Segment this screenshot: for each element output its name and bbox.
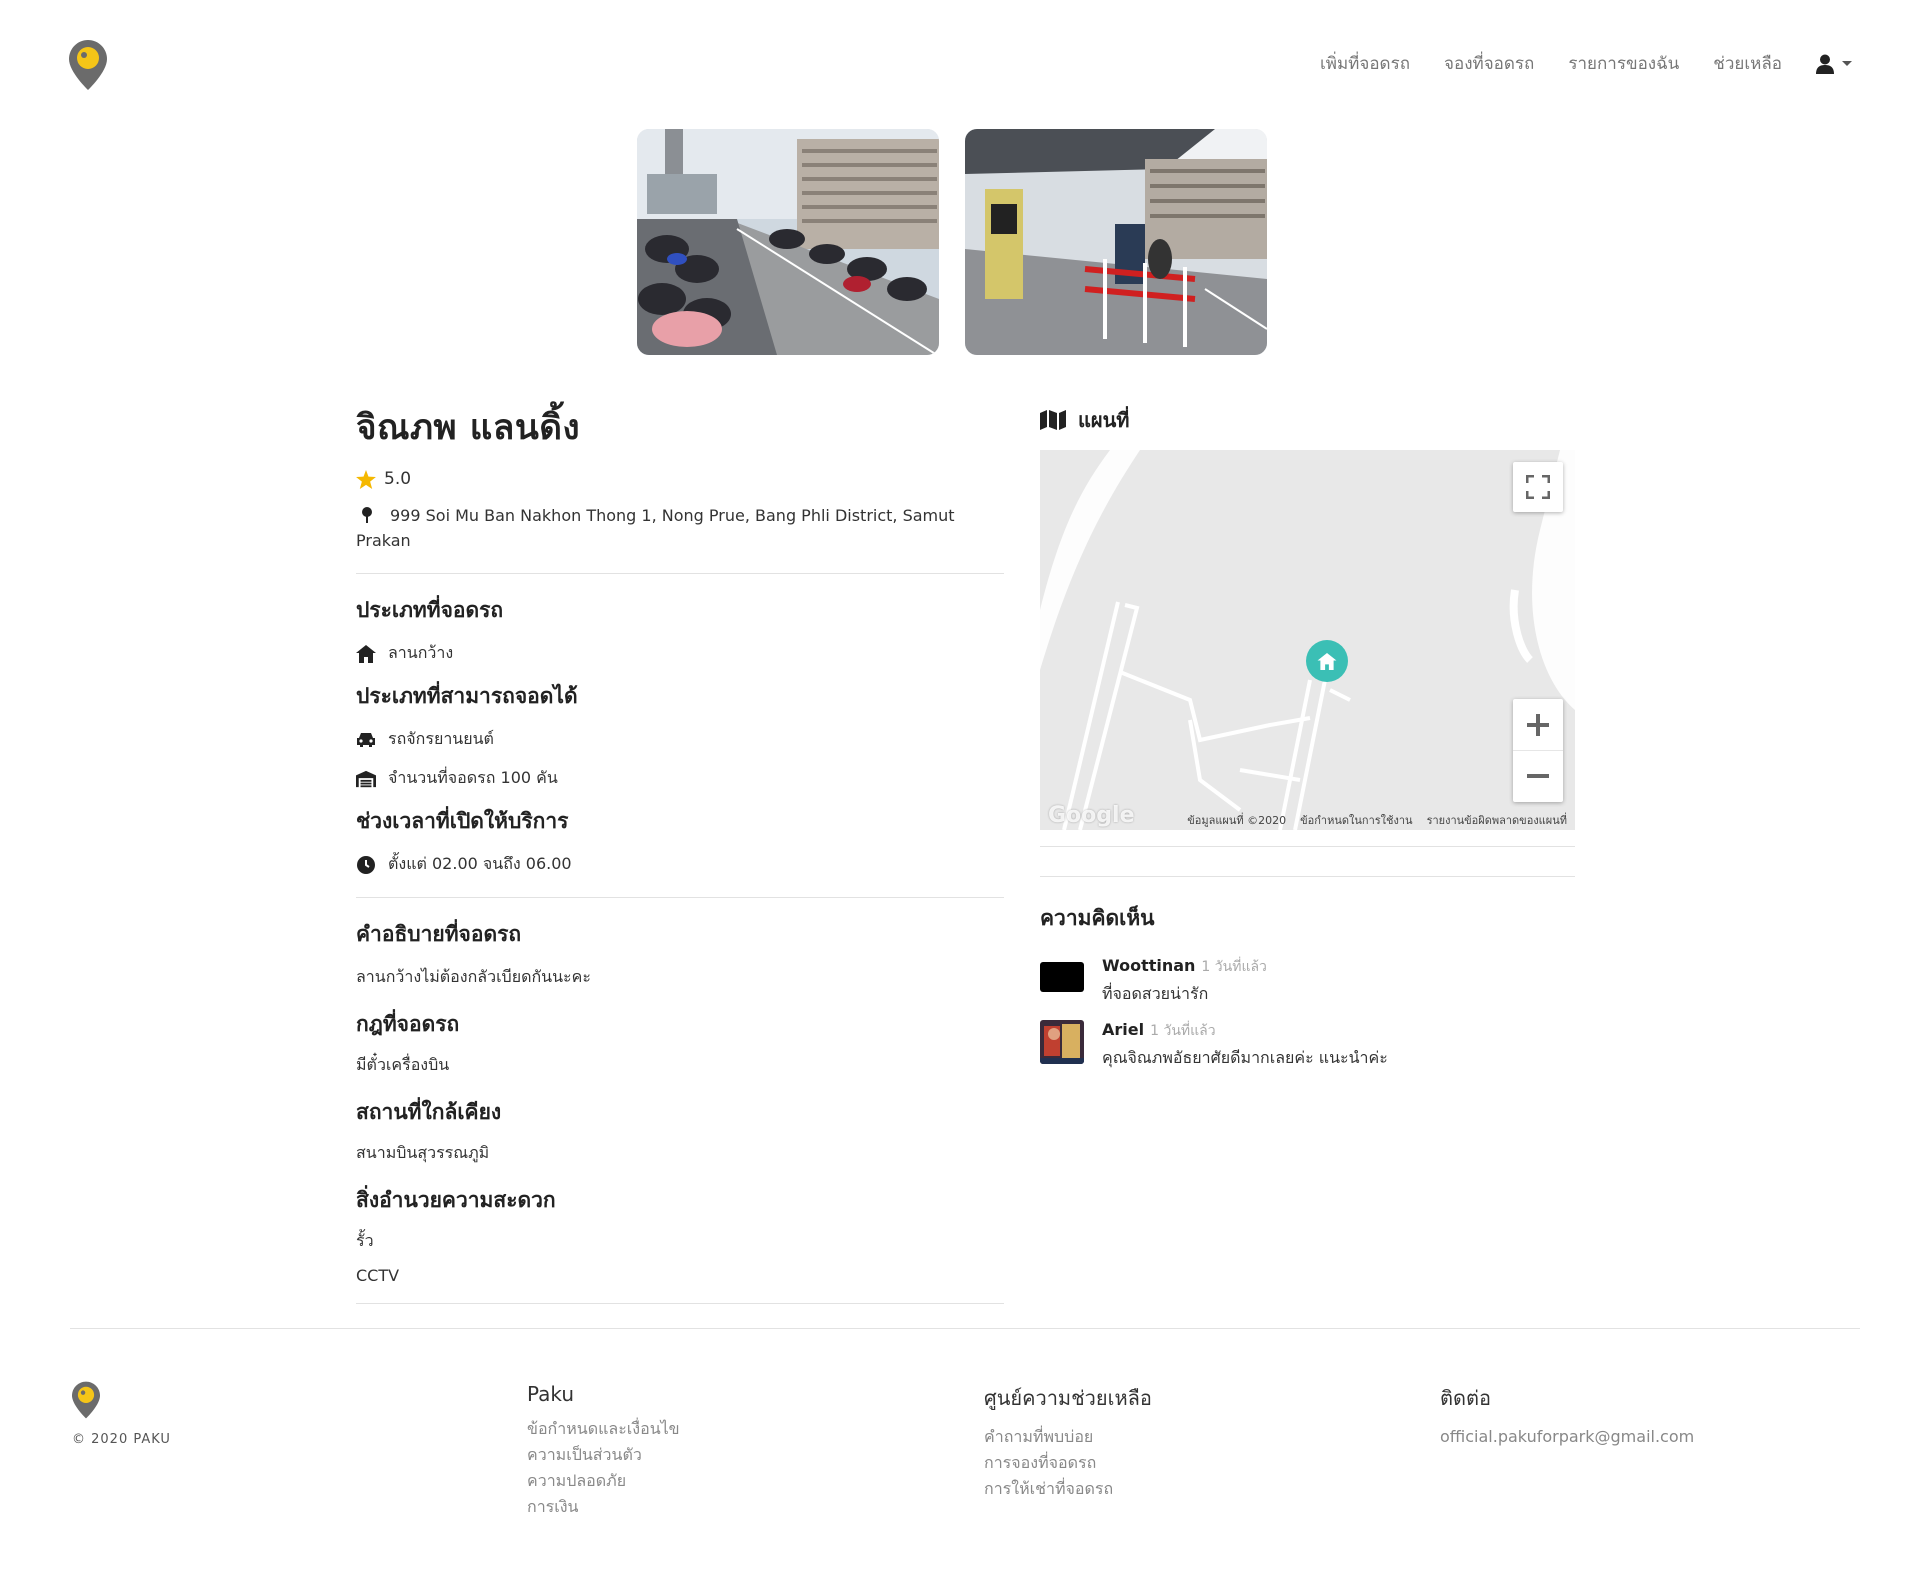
home-icon (1317, 652, 1337, 670)
footer-link-email[interactable]: official.pakuforpark@gmail.com (1440, 1424, 1694, 1450)
nav-add-parking[interactable]: เพิ่มที่จอดรถ (1320, 50, 1410, 77)
hours-value: ตั้งแต่ 02.00 จนถึง 06.00 (388, 854, 572, 873)
comment-item: Ariel 1 วันที่แล้ว คุณจิณภพอัธยาศัยดีมากเ… (1040, 1020, 1388, 1071)
comment-time: 1 วันที่แล้ว (1201, 959, 1267, 975)
footer-link-renting[interactable]: การให้เช่าที่จอดรถ (984, 1476, 1152, 1502)
parking-photo-2[interactable] (965, 129, 1267, 355)
car-icon (356, 730, 376, 750)
comment-time: 1 วันที่แล้ว (1150, 1023, 1216, 1039)
capacity-value: จำนวนที่จอดรถ 100 คัน (388, 768, 558, 787)
footer-link-terms[interactable]: ข้อกำหนดและเงื่อนไข (527, 1416, 680, 1442)
location-marker[interactable] (1306, 640, 1348, 682)
amenity-item: รั้ว (356, 1231, 374, 1250)
footer-link-faq[interactable]: คำถามที่พบบ่อย (984, 1424, 1152, 1450)
footer-logo[interactable] (72, 1380, 100, 1420)
footer-link-privacy[interactable]: ความเป็นส่วนตัว (527, 1442, 680, 1468)
avatar[interactable] (1040, 962, 1084, 992)
photo-gallery (637, 129, 1267, 355)
map-report-link[interactable]: รายงานข้อผิดพลาดของแผนที่ (1427, 811, 1567, 829)
nearby-heading: สถานที่ใกล้เคียง (356, 1100, 502, 1124)
divider (1040, 876, 1575, 877)
zoom-in-button[interactable] (1513, 700, 1563, 751)
top-nav: เพิ่มที่จอดรถ จองที่จอดรถ รายการของฉัน ช… (1320, 50, 1852, 77)
minus-icon (1527, 774, 1549, 778)
map-title: แผนที่ (1040, 404, 1575, 436)
footer-divider (70, 1328, 1860, 1329)
divider (356, 573, 1004, 574)
parking-type-heading: ประเภทที่จอดรถ (356, 598, 504, 622)
plus-icon (1527, 713, 1549, 736)
comment-author[interactable]: Ariel (1102, 1020, 1144, 1039)
comment-text: ที่จอดสวยน่ารัก (1102, 984, 1209, 1003)
comment-text: คุณจิณภพอัธยาศัยดีมากเลยค่ะ แนะนำค่ะ (1102, 1048, 1388, 1067)
divider (356, 897, 1004, 898)
pushpin-icon (362, 507, 372, 523)
parking-type-value: ลานกว้าง (388, 643, 454, 662)
fullscreen-button[interactable] (1513, 462, 1563, 512)
map-attribution: ข้อมูลแผนที่ ©2020 ข้อกำหนดในการใช้งาน ร… (1040, 810, 1575, 830)
logo[interactable] (69, 40, 107, 90)
footer-heading: Paku (527, 1382, 575, 1406)
address-text: 999 Soi Mu Ban Nakhon Thong 1, Nong Prue… (356, 506, 955, 550)
map-section: แผนที่ Google ข้อมูลแผนที่ ©2020 ข้อกำหน… (1040, 404, 1575, 1067)
user-menu[interactable] (1816, 54, 1852, 74)
parking-details: จิณภพ แลนดิ้ง 5.0 999 Soi Mu Ban Nakhon … (356, 400, 1004, 1304)
description-heading: คำอธิบายที่จอดรถ (356, 922, 522, 946)
rating: 5.0 (356, 469, 1004, 489)
vehicle-type-row: รถจักรยานยนต์ (356, 727, 1004, 752)
nav-book-parking[interactable]: จองที่จอดรถ (1444, 50, 1534, 77)
description-value: ลานกว้างไม่ต้องกลัวเบียดกันนะคะ (356, 967, 591, 986)
comment-item: Woottinan 1 วันที่แล้ว ที่จอดสวยน่ารัก (1040, 956, 1267, 1007)
warehouse-icon (356, 769, 376, 789)
chevron-down-icon (1842, 61, 1852, 66)
map[interactable]: Google ข้อมูลแผนที่ ©2020 ข้อกำหนดในการใ… (1040, 450, 1575, 830)
map-data-credit: ข้อมูลแผนที่ ©2020 (1187, 814, 1287, 827)
rating-value: 5.0 (384, 469, 412, 489)
copyright: © 2020 PAKU (72, 1432, 171, 1447)
vehicle-type-value: รถจักรยานยนต์ (388, 729, 494, 748)
amenities-heading: สิ่งอำนวยความสะดวก (356, 1188, 556, 1212)
fullscreen-icon (1526, 475, 1550, 499)
capacity-row: จำนวนที่จอดรถ 100 คัน (356, 766, 1004, 791)
footer-heading: ศูนย์ความช่วยเหลือ (984, 1386, 1152, 1410)
clock-icon (356, 855, 376, 875)
footer-col-paku: Paku ข้อกำหนดและเงื่อนไข ความเป็นส่วนตัว… (527, 1382, 680, 1520)
nav-my-list[interactable]: รายการของฉัน (1568, 50, 1679, 77)
footer-link-finance[interactable]: การเงิน (527, 1494, 680, 1520)
nearby-value: สนามบินสุวรรณภูมิ (356, 1143, 490, 1162)
hours-heading: ช่วงเวลาที่เปิดให้บริการ (356, 809, 569, 833)
divider (1040, 846, 1575, 847)
nav-help[interactable]: ช่วยเหลือ (1713, 50, 1782, 77)
rules-value: มีตั๋วเครื่องบิน (356, 1055, 450, 1074)
comment-author[interactable]: Woottinan (1102, 956, 1195, 975)
page-title: จิณภพ แลนดิ้ง (356, 408, 581, 448)
zoom-control (1513, 699, 1563, 802)
star-icon (356, 469, 376, 489)
footer-heading: ติดต่อ (1440, 1386, 1491, 1410)
rules-heading: กฎที่จอดรถ (356, 1012, 460, 1036)
footer-col-help: ศูนย์ความช่วยเหลือ คำถามที่พบบ่อย การจอง… (984, 1382, 1152, 1502)
parking-photo-1[interactable] (637, 129, 939, 355)
amenity-item: CCTV (356, 1266, 400, 1285)
parking-type-row: ลานกว้าง (356, 641, 1004, 666)
zoom-out-button[interactable] (1513, 751, 1563, 802)
map-terms-link[interactable]: ข้อกำหนดในการใช้งาน (1300, 811, 1412, 829)
footer-col-contact: ติดต่อ official.pakuforpark@gmail.com (1440, 1382, 1694, 1450)
divider (356, 1303, 1004, 1304)
vehicle-type-heading: ประเภทที่สามารถจอดได้ (356, 684, 578, 708)
home-icon (356, 644, 376, 664)
map-icon (1040, 410, 1066, 430)
map-title-text: แผนที่ (1078, 408, 1130, 432)
address: 999 Soi Mu Ban Nakhon Thong 1, Nong Prue… (356, 503, 1004, 553)
avatar[interactable] (1040, 1020, 1084, 1064)
hours-row: ตั้งแต่ 02.00 จนถึง 06.00 (356, 852, 1004, 877)
comments-heading: ความคิดเห็น (1040, 906, 1155, 930)
footer-link-safety[interactable]: ความปลอดภัย (527, 1468, 680, 1494)
footer-link-booking[interactable]: การจองที่จอดรถ (984, 1450, 1152, 1476)
user-icon (1816, 54, 1834, 74)
